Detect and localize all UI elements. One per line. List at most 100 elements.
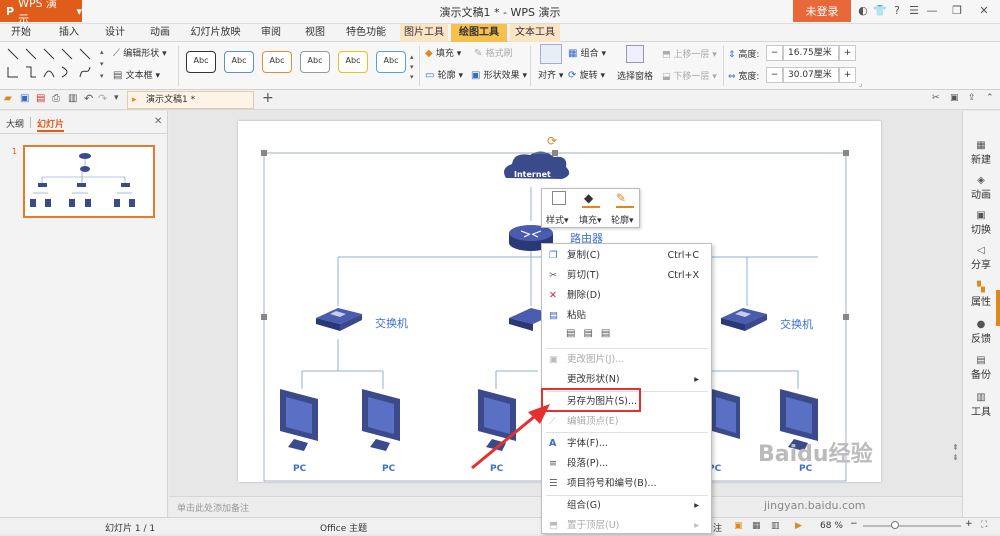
shape-effects-button[interactable]: ▣ 形状效果 ▾ — [471, 68, 527, 81]
skin-icon[interactable]: ◐ — [856, 4, 870, 18]
style-swatch-1[interactable]: Abc — [186, 51, 216, 73]
size-dialog-launcher[interactable]: ⌟ — [859, 80, 862, 88]
menu-item-delete[interactable]: ✕ 删除(D) — [542, 286, 711, 306]
toolbar-share-icon[interactable]: ▣ — [950, 93, 959, 103]
width-increment-button[interactable]: + — [839, 67, 856, 83]
menu-item-copy[interactable]: ❐ 复制(C) Ctrl+C — [542, 246, 711, 266]
sidebar-feedback-button[interactable]: ● 反馈 — [962, 319, 1000, 345]
menu-item-bring-to-front[interactable]: ⬒ 置于顶层(U) ▸ — [542, 516, 711, 536]
height-increment-button[interactable]: + — [839, 45, 856, 61]
menu-item-paragraph[interactable]: ≡ 段落(P)... — [542, 454, 711, 474]
menu-icon[interactable]: ☰ — [907, 4, 921, 18]
menu-item-edit-points[interactable]: ⟋ 编辑顶点(E) — [542, 412, 711, 432]
menu-home[interactable]: 开始 — [6, 24, 36, 42]
zoom-slider-thumb[interactable] — [891, 521, 899, 529]
sorter-view-icon[interactable]: ▦ — [752, 521, 761, 531]
group-button[interactable]: ▦ 组合 ▾ — [568, 46, 606, 59]
mini-style-button[interactable]: 样式▾ — [546, 213, 569, 226]
mini-fill-button[interactable]: 填充▾ — [579, 213, 602, 226]
shape-gallery[interactable] — [4, 45, 100, 85]
login-button[interactable]: 未登录 — [793, 0, 851, 22]
menu-view[interactable]: 视图 — [300, 24, 330, 42]
undo-icon[interactable]: ↶ — [84, 92, 93, 105]
outline-tab[interactable]: 大纲 — [6, 117, 24, 130]
menu-animation[interactable]: 动画 — [145, 24, 175, 42]
wps-menu-button[interactable]: P WPS 演示 ▾ — [0, 0, 82, 26]
fill-button[interactable]: ◆ 填充 ▾ — [425, 46, 461, 59]
mini-outline-button[interactable]: 轮廓▾ — [611, 213, 634, 226]
sidebar-new-button[interactable]: ▦ 新建 — [962, 140, 1000, 166]
page-nav-arrows[interactable]: ⇞ ⇟ — [952, 443, 959, 463]
normal-view-icon[interactable]: ▣ — [734, 521, 743, 531]
help-icon[interactable]: ? — [890, 4, 904, 18]
sidebar-properties-button[interactable]: ▚ 属性 — [962, 282, 1000, 308]
menu-item-font[interactable]: A 字体(F)... — [542, 434, 711, 454]
document-tab[interactable]: ▸ 演示文稿1 * — [127, 91, 254, 109]
resize-handle[interactable] — [261, 314, 267, 320]
menu-item-change-picture[interactable]: ▣ 更改图片(J)... — [542, 350, 711, 370]
sidebar-tools-button[interactable]: ▥ 工具 — [962, 392, 1000, 418]
resize-handle[interactable] — [843, 150, 849, 156]
sidebar-animation-button[interactable]: ◈ 动画 — [962, 175, 1000, 201]
toolbar-collapse-icon[interactable]: ⌃ — [986, 93, 994, 103]
sidebar-share-button[interactable]: ◁ 分享 — [962, 245, 1000, 271]
style-gallery-scroll[interactable]: ▴ ▾ ▾ — [410, 52, 414, 82]
style-swatch-4[interactable]: Abc — [300, 51, 330, 73]
customize-icon[interactable]: ▾ — [114, 93, 119, 103]
redo-icon[interactable]: ↷ — [98, 92, 107, 105]
menu-special[interactable]: 特色功能 — [342, 24, 390, 42]
open-icon[interactable]: ▰ — [4, 93, 12, 104]
rotate-button[interactable]: ⟳ 旋转 ▾ — [568, 68, 605, 81]
menu-design[interactable]: 设计 — [100, 24, 130, 42]
rotate-handle-icon[interactable]: ⟳ — [547, 134, 557, 148]
width-input[interactable]: 30.07厘米 — [783, 67, 839, 83]
menu-picture-tools[interactable]: 图片工具 — [400, 24, 448, 42]
edit-shape-button[interactable]: ⟋ 编辑形状 ▾ — [113, 46, 167, 59]
toolbar-tool-icon[interactable]: ✂ — [932, 93, 940, 103]
close-icon[interactable]: ✕ — [977, 4, 991, 18]
sidebar-transition-button[interactable]: ▣ 切换 — [962, 210, 1000, 236]
selection-pane-button[interactable]: 选择窗格 — [617, 69, 653, 82]
zoom-out-button[interactable]: − — [850, 519, 858, 529]
zoom-in-button[interactable]: + — [965, 519, 973, 529]
send-backward-button[interactable]: ⬓ 下移一层 ▾ — [662, 69, 717, 82]
menu-item-group[interactable]: 组合(G) ▸ — [542, 496, 711, 516]
sidebar-backup-button[interactable]: ▤ 备份 — [962, 355, 1000, 381]
menu-review[interactable]: 审阅 — [256, 24, 286, 42]
slide-thumbnail[interactable] — [23, 145, 155, 218]
style-swatch-3[interactable]: Abc — [262, 51, 292, 73]
height-input[interactable]: 16.75厘米 — [783, 45, 839, 61]
print-icon[interactable]: ⎙ — [52, 93, 60, 104]
bring-forward-button[interactable]: ⬒ 上移一层 ▾ — [662, 47, 717, 60]
menu-insert[interactable]: 插入 — [54, 24, 84, 42]
resize-handle[interactable] — [843, 314, 849, 320]
menu-item-cut[interactable]: ✂ 剪切(T) Ctrl+X — [542, 266, 711, 286]
notes-toggle[interactable]: 注 — [713, 521, 722, 534]
resize-handle[interactable] — [261, 150, 267, 156]
paste-options[interactable]: ▤▤▤ — [566, 328, 618, 339]
restore-icon[interactable]: ❐ — [950, 4, 964, 18]
menu-item-paste[interactable]: ▤ 粘贴 — [542, 306, 711, 326]
toolbar-upload-icon[interactable]: ⇪ — [968, 93, 976, 103]
reading-view-icon[interactable]: ▥ — [771, 521, 780, 531]
shirt-icon[interactable]: 👕 — [873, 4, 887, 18]
save-icon[interactable]: ▣ — [20, 93, 29, 104]
style-swatch-6[interactable]: Abc — [376, 51, 406, 73]
format-painter-button[interactable]: ✎ 格式刷 — [474, 46, 513, 59]
style-swatch-5[interactable]: Abc — [338, 51, 368, 73]
outline-button[interactable]: ▭ 轮廓 ▾ — [425, 68, 463, 81]
menu-slideshow[interactable]: 幻灯片放映 — [188, 24, 243, 42]
fit-window-icon[interactable]: ⛶ — [981, 520, 987, 530]
slides-tab[interactable]: 幻灯片 — [37, 117, 65, 132]
minimize-icon[interactable]: — — [925, 4, 939, 18]
menu-drawing-tools[interactable]: 绘图工具 — [451, 24, 507, 42]
pdf-icon[interactable]: ▤ — [36, 93, 45, 104]
align-button[interactable]: 对齐 ▾ — [538, 68, 563, 81]
menu-item-change-shape[interactable]: 更改形状(N) ▸ — [542, 370, 711, 390]
preview-icon[interactable]: ▥ — [68, 93, 77, 104]
resize-handle[interactable] — [552, 150, 558, 156]
menu-item-bullets[interactable]: ☰ 项目符号和编号(B)... — [542, 474, 711, 494]
style-swatch-2[interactable]: Abc — [224, 51, 254, 73]
close-panel-icon[interactable]: ✕ — [154, 116, 162, 127]
zoom-slider[interactable] — [863, 525, 961, 527]
